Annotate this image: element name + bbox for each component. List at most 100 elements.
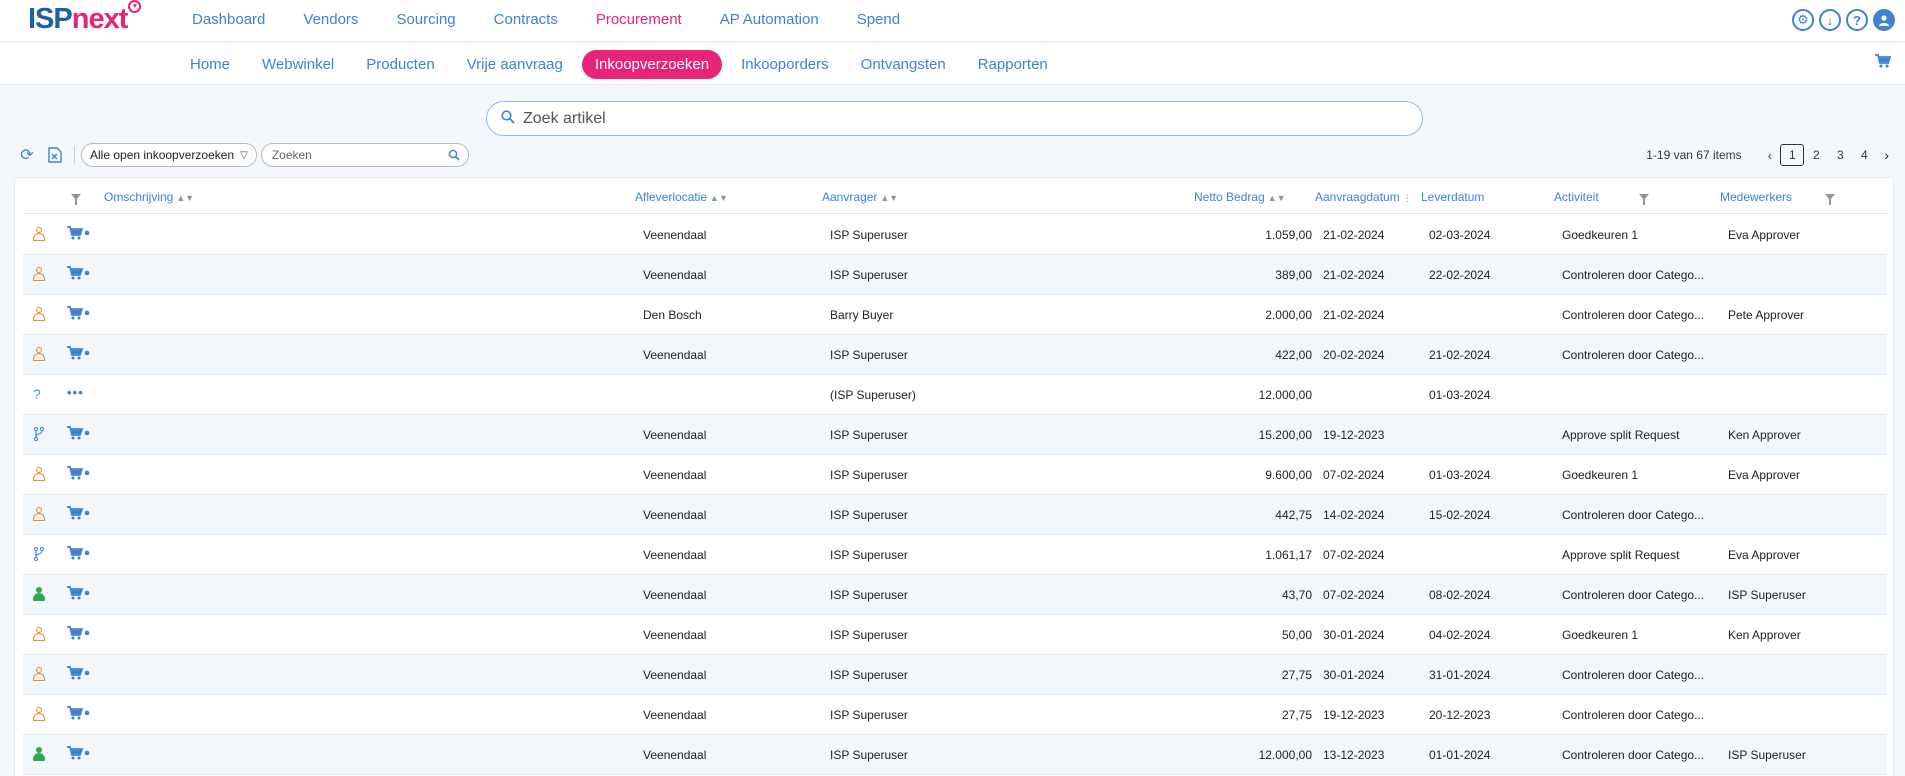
table-row[interactable]: Veenendaal ISP Superuser 1.059,00 21-02-202… — [23, 215, 1887, 255]
type-cell — [67, 506, 91, 520]
subnav-rapporten[interactable]: Rapporten — [965, 50, 1061, 79]
subnav-producten[interactable]: Producten — [353, 50, 447, 79]
column-leverdatum[interactable]: Leverdatum — [1421, 190, 1484, 204]
cart-request-icon[interactable] — [67, 226, 91, 240]
afleverlocatie-cell: Veenendaal — [643, 428, 707, 442]
aanvraagdatum-cell: 07-02-2024 — [1323, 468, 1385, 482]
subnav-home[interactable]: Home — [177, 50, 243, 79]
table-row[interactable]: Veenendaal ISP Superuser 389,00 21-02-2024 2… — [23, 255, 1887, 295]
more-options-icon[interactable]: ••• — [67, 386, 84, 400]
table-row[interactable]: Veenendaal ISP Superuser 27,75 30-01-2024 31… — [23, 655, 1887, 695]
leverdatum-cell: 02-03-2024 — [1429, 228, 1491, 242]
status-filter-icon[interactable] — [71, 190, 81, 205]
activity-filter-icon[interactable] — [1638, 194, 1649, 205]
download-icon[interactable]: ↓ — [1819, 9, 1841, 31]
next-page-icon[interactable]: › — [1884, 147, 1889, 163]
table-row[interactable]: Veenendaal ISP Superuser 43,70 07-02-2024 08… — [23, 575, 1887, 615]
topnav-ap-automation[interactable]: AP Automation — [720, 11, 819, 28]
shopping-cart-icon[interactable] — [1875, 54, 1892, 72]
help-icon[interactable]: ? — [1846, 9, 1868, 31]
cart-request-icon[interactable] — [67, 666, 91, 680]
afleverlocatie-cell: Veenendaal — [643, 708, 707, 722]
grid-search-input[interactable] — [271, 147, 442, 163]
user-icon[interactable] — [1873, 9, 1895, 31]
column-afleverlocatie[interactable]: Afleverlocatie ▲▼ — [635, 190, 728, 204]
cart-request-icon[interactable] — [67, 746, 91, 760]
excel-export-icon[interactable] — [46, 146, 64, 164]
subnav-ontvangsten[interactable]: Ontvangsten — [848, 50, 959, 79]
netto-bedrag-cell: 1.061,17 — [1265, 548, 1312, 562]
column-omschrijving[interactable]: Omschrijving ▲▼ — [104, 190, 194, 204]
employee-filter-icon[interactable] — [1825, 194, 1836, 205]
table-row[interactable]: Den Bosch Barry Buyer 2.000,00 21-02-2024 Co… — [23, 295, 1887, 335]
toolbar-divider — [74, 146, 75, 164]
cart-request-icon[interactable] — [67, 706, 91, 720]
table-row[interactable]: Veenendaal ISP Superuser 27,75 19-12-2023 20… — [23, 695, 1887, 735]
previous-page-icon[interactable]: ‹ — [1768, 147, 1773, 163]
table-row[interactable]: Veenendaal ISP Superuser 15.200,00 19-12-20… — [23, 415, 1887, 455]
cart-request-icon[interactable] — [67, 306, 91, 320]
type-cell — [67, 626, 91, 640]
page-1[interactable]: 1 — [1780, 144, 1805, 166]
pending-approval-icon — [33, 267, 45, 281]
cart-request-icon[interactable] — [67, 266, 91, 280]
activiteit-cell: Controleren door Catego... — [1562, 308, 1705, 322]
table-row[interactable]: Veenendaal ISP Superuser 1.061,17 07-02-202… — [23, 535, 1887, 575]
cart-request-icon[interactable] — [67, 626, 91, 640]
cart-request-icon[interactable] — [67, 466, 91, 480]
column-aanvraagdatum[interactable]: Aanvraagdatum ⋮ — [1315, 190, 1412, 204]
aanvrager-cell: ISP Superuser — [830, 228, 908, 242]
subnav-webwinkel[interactable]: Webwinkel — [249, 50, 347, 79]
medewerkers-cell: Pete Approver — [1728, 308, 1805, 322]
subnav-vrije-aanvraag[interactable]: Vrije aanvraag — [454, 50, 576, 79]
search-icon[interactable] — [448, 149, 460, 161]
aanvraagdatum-cell: 07-02-2024 — [1323, 548, 1385, 562]
leverdatum-cell: 08-02-2024 — [1429, 588, 1491, 602]
aanvrager-cell: ISP Superuser — [830, 668, 908, 682]
cart-request-icon[interactable] — [67, 346, 91, 360]
table-row[interactable]: ? ••• (ISP Superuser) 12.000,00 01-03-2024 — [23, 375, 1887, 415]
grid-search[interactable] — [260, 143, 469, 167]
netto-bedrag-cell: 12.000,00 — [1258, 748, 1312, 762]
page-4[interactable]: 4 — [1852, 144, 1876, 166]
column-netto-bedrag[interactable]: Netto Bedrag ▲▼ — [1194, 190, 1286, 204]
topnav-vendors[interactable]: Vendors — [303, 11, 358, 28]
page-3[interactable]: 3 — [1828, 144, 1852, 166]
cart-request-icon[interactable] — [67, 546, 91, 560]
table-row[interactable]: Veenendaal ISP Superuser 50,00 30-01-2024 04… — [23, 615, 1887, 655]
cart-request-icon[interactable] — [67, 586, 91, 600]
status-cell — [33, 547, 49, 564]
column-aanvrager[interactable]: Aanvrager ▲▼ — [822, 190, 898, 204]
article-search[interactable] — [486, 101, 1423, 136]
topnav-contracts[interactable]: Contracts — [494, 11, 558, 28]
refresh-icon[interactable]: ⟳ — [18, 146, 36, 164]
page-2[interactable]: 2 — [1804, 144, 1828, 166]
topnav-procurement[interactable]: Procurement — [596, 11, 682, 28]
topnav-dashboard[interactable]: Dashboard — [192, 11, 265, 28]
netto-bedrag-cell: 1.059,00 — [1265, 228, 1312, 242]
type-cell — [67, 306, 91, 320]
pending-approval-icon — [33, 227, 45, 241]
column-activiteit[interactable]: Activiteit — [1554, 190, 1649, 205]
table-row[interactable]: Veenendaal ISP Superuser 9.600,00 07-02-202… — [23, 455, 1887, 495]
table-row[interactable]: Veenendaal ISP Superuser 442,75 14-02-2024 1… — [23, 495, 1887, 535]
settings-icon[interactable]: ⚙ — [1792, 9, 1814, 31]
unknown-status-icon: ? — [33, 387, 41, 402]
request-filter-dropdown[interactable]: Alle open inkoopverzoeken ▽ — [81, 143, 257, 167]
netto-bedrag-cell: 442,75 — [1275, 508, 1312, 522]
ispnext-logo[interactable]: ISPnext ♥ — [28, 0, 141, 36]
table-row[interactable]: Veenendaal ISP Superuser 422,00 20-02-2024 2… — [23, 335, 1887, 375]
pending-approval-icon — [33, 347, 45, 361]
subnav-inkoopverzoeken[interactable]: Inkoopverzoeken — [581, 50, 723, 79]
topnav-spend[interactable]: Spend — [857, 11, 900, 28]
type-cell — [67, 426, 91, 440]
subnav-inkooporders[interactable]: Inkooporders — [728, 50, 842, 79]
cart-request-icon[interactable] — [67, 506, 91, 520]
top-icons: ⚙ ↓ ? — [1792, 9, 1895, 31]
table-row[interactable]: Veenendaal ISP Superuser 12.000,00 13-12-20… — [23, 735, 1887, 775]
type-cell — [67, 226, 91, 240]
article-search-input[interactable] — [523, 108, 1403, 130]
topnav-sourcing[interactable]: Sourcing — [396, 11, 455, 28]
cart-request-icon[interactable] — [67, 426, 91, 440]
column-medewerkers[interactable]: Medewerkers — [1720, 190, 1836, 205]
